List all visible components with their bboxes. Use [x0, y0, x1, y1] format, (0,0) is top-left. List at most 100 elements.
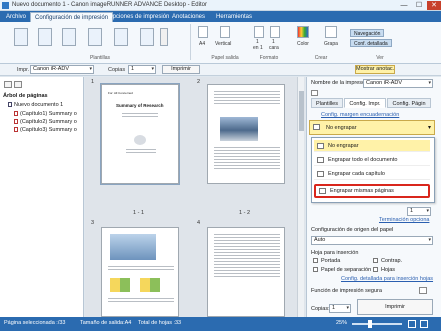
ribbon-tabs: Archivo Configuración de impresión Opcio…	[0, 11, 441, 22]
staple-icon	[317, 143, 324, 149]
stepper[interactable]: 1	[407, 207, 431, 216]
paper-source-select[interactable]: Auto	[311, 236, 433, 245]
close-button[interactable]: ✕	[427, 1, 441, 10]
detail-settings-button[interactable]: Conf. detallada	[350, 39, 392, 47]
output-size-status: Tamaño de salida:A4	[80, 320, 132, 326]
tab-config-pagina[interactable]: Config. Págin	[387, 98, 431, 108]
color-icon[interactable]	[297, 26, 309, 38]
page-label: 3	[91, 220, 95, 226]
maximize-button[interactable]: ☐	[412, 1, 426, 10]
group-label-formato: Formato	[259, 55, 279, 61]
tree-item[interactable]: (Capítulo1) Summary o	[14, 111, 77, 117]
template-icon[interactable]	[14, 28, 28, 46]
cb-hojas[interactable]: Hojas	[373, 267, 395, 273]
tree-tool-icon[interactable]	[4, 81, 12, 88]
page-label: 4	[197, 220, 201, 226]
tree-root[interactable]: Nuevo documento 1	[8, 102, 63, 108]
paper-size-label[interactable]: A4	[199, 41, 205, 47]
settings-icon[interactable]	[311, 90, 318, 96]
option-no-engrapar[interactable]: No engrapar	[314, 140, 430, 152]
paper-size-icon[interactable]	[198, 26, 208, 38]
zoom-slider-handle[interactable]	[368, 320, 372, 328]
finish-options-link[interactable]: Terminación opciona	[379, 217, 429, 223]
staple-select[interactable]: No engrapar ▾	[309, 120, 435, 135]
scrollbar[interactable]	[297, 77, 304, 317]
group-label-plantillas: Plantillas	[89, 55, 110, 61]
checkbox-icon	[313, 267, 318, 273]
option-engrapar-capitulo[interactable]: Engrapar cada capítulo	[314, 168, 430, 180]
page-label: 2	[197, 79, 201, 85]
tab-config-impresion[interactable]: Configuración de impresión	[30, 12, 114, 22]
print-button[interactable]: Imprimir	[162, 65, 200, 74]
tab-config-impr[interactable]: Config. Impr.	[344, 98, 386, 108]
page-thumbnail[interactable]: For: All Concerned Summary of Research	[100, 83, 180, 185]
navigation-button[interactable]: Navegación	[350, 29, 385, 37]
page-thumbnails: 1 2 For: All Concerned Summary of Resear…	[85, 77, 305, 317]
tree-item[interactable]: (Capítulo2) Summary o	[14, 119, 77, 125]
secure-print-button[interactable]	[419, 287, 427, 294]
scrollbar-thumb[interactable]	[299, 91, 304, 131]
thumb-to-text: For: All Concerned	[108, 91, 133, 95]
page-thumbnail[interactable]	[207, 227, 285, 317]
printer-name-label: Nombre de la impresora	[311, 80, 370, 86]
template-icon[interactable]	[140, 28, 154, 46]
photo-image	[220, 117, 258, 141]
fit-page-icon[interactable]	[408, 320, 416, 328]
option-engrapar-todo[interactable]: Engrapar todo el documento	[314, 154, 430, 166]
pdf-icon	[14, 111, 18, 117]
tree-tool-icon[interactable]	[14, 81, 22, 88]
detail-settings-pane: Nombre de la impresora Canon iR-ADV Plan…	[306, 77, 441, 317]
duplex-icon[interactable]	[270, 26, 280, 38]
staple-icon[interactable]	[325, 26, 337, 38]
copies-stepper[interactable]: 1	[329, 304, 351, 313]
template-icon[interactable]	[62, 28, 76, 46]
pdf-icon	[14, 119, 18, 125]
secure-print-label: Función de impresión segura	[311, 288, 382, 294]
selected-page-status: Página seleccionada :/33	[4, 320, 66, 326]
tree-item[interactable]: (Capítulo3) Summary o	[14, 127, 77, 133]
cb-contrap[interactable]: Contrap.	[373, 258, 402, 264]
print-button[interactable]: Imprimir	[357, 299, 433, 315]
orientation-label[interactable]: Vertical	[215, 41, 231, 47]
cb-portada[interactable]: Portada	[313, 258, 340, 264]
insert-sheet-header: Hoja para inserción	[311, 250, 359, 256]
margin-settings-link[interactable]: Config. margen encuadernación	[321, 112, 399, 118]
option-engrapar-mismas[interactable]: Engrapar mismas páginas	[314, 184, 430, 198]
copies-stepper[interactable]: 1	[128, 65, 156, 74]
tab-opciones-impresion[interactable]: Opciones de impresión	[104, 12, 173, 22]
scroll-icon[interactable]	[160, 28, 168, 46]
layout-unit: en 1	[253, 45, 263, 51]
cb-papel-separacion[interactable]: Papel de separación	[313, 267, 371, 273]
staple-icon	[317, 157, 324, 163]
page-tree-pane: Árbol de páginas Nuevo documento 1 (Capí…	[0, 77, 84, 317]
page-thumbnail[interactable]	[101, 227, 179, 317]
copies-label: Copias:	[311, 306, 330, 312]
tab-plantillas[interactable]: Plantilles	[311, 98, 343, 108]
page-thumbnail[interactable]	[207, 84, 285, 184]
pages-per-sheet-icon[interactable]	[254, 26, 264, 38]
template-icon[interactable]	[114, 28, 128, 46]
template-icon[interactable]	[88, 28, 102, 46]
zoom-slider[interactable]	[352, 320, 402, 328]
printer-name-select[interactable]: Canon iR-ADV	[363, 79, 433, 88]
paper-source-label: Configuración de origen del papel	[311, 227, 394, 233]
ribbon: Plantillas A4 Vertical Papel salida 1 en…	[0, 22, 441, 64]
tab-herramientas[interactable]: Herramientas	[212, 12, 256, 22]
show-annotations-button[interactable]: Mostrar anotac.	[355, 65, 395, 74]
group-label-papel-salida: Papel salida	[211, 55, 239, 61]
minimize-button[interactable]: —	[397, 1, 411, 10]
toolbar: Impr. Canon iR-ADV Copias 1 Imprimir Mos…	[0, 64, 441, 76]
printer-select[interactable]: Canon iR-ADV	[30, 65, 94, 74]
orientation-icon[interactable]	[220, 26, 230, 38]
tab-anotaciones[interactable]: Anotaciones	[168, 12, 209, 22]
tab-archivo[interactable]: Archivo	[2, 12, 30, 22]
color-label[interactable]: Color	[297, 41, 309, 47]
staple-label[interactable]: Grapa	[324, 41, 338, 47]
template-icon[interactable]	[38, 28, 52, 46]
zoom-level: 25%	[336, 320, 348, 326]
fit-width-icon[interactable]	[420, 320, 428, 328]
thumb-title: Summary of Research	[116, 103, 164, 108]
window-title: Nuevo documento 1 - Canon imageRUNNER AD…	[12, 2, 207, 8]
insert-settings-link[interactable]: Config. detallada para inserción hojas	[341, 276, 433, 282]
document-icon	[8, 102, 12, 108]
